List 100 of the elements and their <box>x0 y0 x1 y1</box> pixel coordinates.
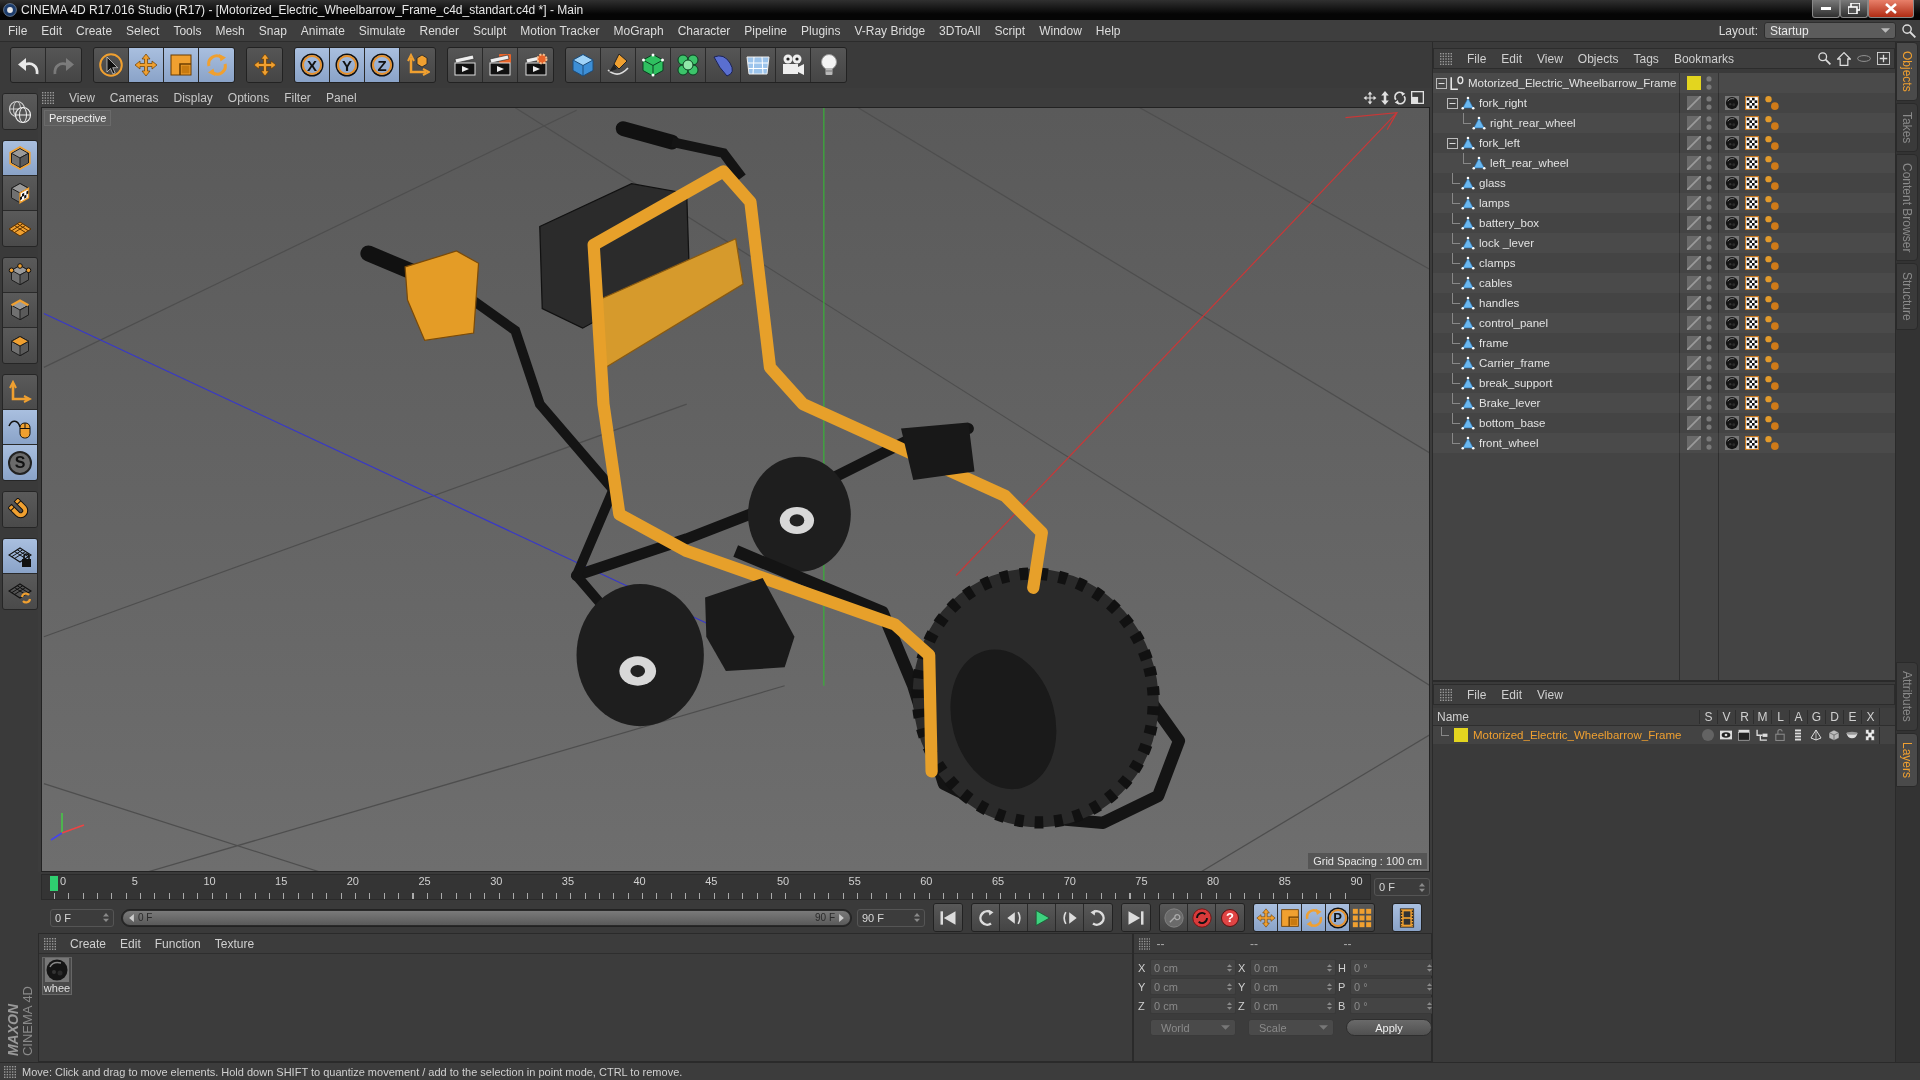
object-name[interactable]: lock _lever <box>1479 237 1534 249</box>
move-tool-button[interactable] <box>129 48 164 82</box>
menu-item[interactable]: Objects <box>1577 51 1619 66</box>
menu-item[interactable]: Tags <box>1633 51 1659 66</box>
object-name[interactable]: Carrier_frame <box>1479 357 1550 369</box>
cube-icon[interactable] <box>1828 729 1840 741</box>
camera-button[interactable] <box>776 48 811 82</box>
play-button[interactable] <box>1028 904 1056 931</box>
eye-icon[interactable] <box>1720 729 1732 741</box>
go-to-end-button[interactable] <box>1122 904 1150 931</box>
menu-item[interactable]: File <box>8 23 28 38</box>
axis-mode-button[interactable] <box>3 375 37 410</box>
menu-item[interactable]: File <box>1467 687 1487 702</box>
workplane-mode-button[interactable] <box>3 211 37 246</box>
menu-item[interactable]: Display <box>173 90 213 105</box>
model-mode-button[interactable] <box>3 141 37 176</box>
current-frame-field[interactable]: 0 F <box>1374 878 1430 896</box>
menu-item[interactable]: Filter <box>284 90 311 105</box>
menu-item[interactable]: V-Ray Bridge <box>854 23 926 38</box>
bowl-icon[interactable] <box>1846 729 1858 741</box>
axis-lock-button[interactable]: Z <box>365 48 400 82</box>
pen-tool-button[interactable] <box>601 48 636 82</box>
floor-button[interactable] <box>741 48 776 82</box>
texture-mode-button[interactable] <box>3 176 37 211</box>
render-picture-button[interactable] <box>483 48 518 82</box>
menu-item[interactable]: Bookmarks <box>1673 51 1734 66</box>
restore-button[interactable] <box>1840 0 1868 18</box>
menu-item[interactable]: Options <box>227 90 270 105</box>
make-editable-button[interactable] <box>3 94 37 129</box>
menu-item[interactable]: Edit <box>120 936 141 951</box>
material-name[interactable]: whee <box>43 982 71 994</box>
object-name[interactable]: handles <box>1479 297 1520 309</box>
menu-item[interactable]: Panel <box>325 90 357 105</box>
tweak-mode-button[interactable] <box>3 410 37 445</box>
go-to-start-button[interactable] <box>934 904 962 931</box>
render-view-button[interactable] <box>448 48 483 82</box>
material-item[interactable]: whee <box>42 957 72 995</box>
menu-item[interactable]: Sculpt <box>472 23 507 38</box>
side-tab[interactable]: Layers <box>1896 732 1918 787</box>
start-frame-field[interactable]: 0 F <box>50 908 114 927</box>
scale-key-button[interactable] <box>1278 904 1302 931</box>
menu-item[interactable]: Function <box>154 936 201 951</box>
menu-item[interactable]: Select <box>126 23 160 38</box>
object-name[interactable]: left_rear_wheel <box>1490 157 1569 169</box>
autokey-button[interactable] <box>1188 904 1216 931</box>
cloner-button[interactable] <box>671 48 706 82</box>
subdivision-button[interactable] <box>636 48 671 82</box>
undo-button[interactable] <box>11 48 46 82</box>
next-frame-button[interactable] <box>1056 904 1084 931</box>
menu-item[interactable]: Animate <box>300 23 345 38</box>
render-settings-button[interactable] <box>518 48 553 82</box>
menu-item[interactable]: View <box>1537 687 1563 702</box>
object-name[interactable]: battery_box <box>1479 217 1540 229</box>
polygons-mode-button[interactable] <box>3 328 37 363</box>
collapse-icon[interactable] <box>1446 137 1458 149</box>
pyramid-icon[interactable] <box>1810 729 1822 741</box>
menu-item[interactable]: View <box>69 90 95 105</box>
recent-tool-button[interactable] <box>247 48 282 82</box>
object-name[interactable]: clamps <box>1479 257 1516 269</box>
next-key-button[interactable] <box>1084 904 1112 931</box>
menu-item[interactable]: Plugins <box>801 23 841 38</box>
menu-item[interactable]: Window <box>1039 23 1082 38</box>
menu-item[interactable]: Edit <box>1501 687 1523 702</box>
magnet-button[interactable] <box>3 492 37 527</box>
grid-rotate-button[interactable] <box>3 574 37 609</box>
solo-dot-icon[interactable] <box>1702 729 1714 741</box>
layout-dropdown[interactable]: Startup <box>1764 22 1896 39</box>
side-tab[interactable]: Objects <box>1896 42 1918 101</box>
object-name[interactable]: front_wheel <box>1479 437 1539 449</box>
close-button[interactable] <box>1868 0 1914 18</box>
object-name[interactable]: cables <box>1479 277 1513 289</box>
menu-item[interactable]: Tools <box>173 23 202 38</box>
axis-lock-button[interactable]: X <box>295 48 330 82</box>
menu-item[interactable]: Help <box>1095 23 1121 38</box>
menu-item[interactable]: Create <box>70 936 107 951</box>
coordinate-system-button[interactable] <box>400 48 435 82</box>
film-bars-icon[interactable] <box>1792 729 1804 741</box>
record-key-button[interactable] <box>1160 904 1188 931</box>
previous-key-button[interactable] <box>972 904 1000 931</box>
menu-item[interactable]: Mesh <box>215 23 245 38</box>
cube-button[interactable] <box>566 48 601 82</box>
object-name[interactable]: break_support <box>1479 377 1553 389</box>
end-frame-field[interactable]: 90 F <box>857 908 925 927</box>
axis-lock-button[interactable]: Y <box>330 48 365 82</box>
menu-item[interactable]: Create <box>76 23 113 38</box>
object-name[interactable]: fork_right <box>1479 97 1527 109</box>
object-name[interactable]: glass <box>1479 177 1506 189</box>
light-button[interactable] <box>811 48 846 82</box>
menu-item[interactable]: Pipeline <box>744 23 788 38</box>
lock-icon[interactable] <box>1774 729 1786 741</box>
menu-item[interactable]: File <box>1467 51 1487 66</box>
menu-item[interactable]: Render <box>419 23 459 38</box>
puzzle-icon[interactable] <box>1864 729 1876 741</box>
hierarchy-icon[interactable] <box>1756 729 1768 741</box>
menu-item[interactable]: View <box>1537 51 1563 66</box>
clapperboard-icon[interactable] <box>1738 729 1750 741</box>
object-name[interactable]: lamps <box>1479 197 1510 209</box>
object-name[interactable]: right_rear_wheel <box>1490 117 1576 129</box>
help-button[interactable]: ? <box>1216 904 1244 931</box>
menu-item[interactable]: Character <box>677 23 731 38</box>
